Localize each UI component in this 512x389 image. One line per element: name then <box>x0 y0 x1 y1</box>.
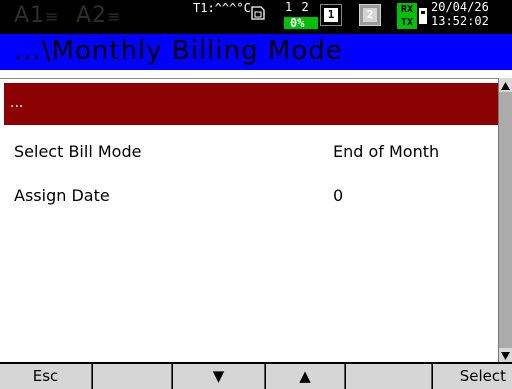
select-button[interactable]: Select <box>433 364 512 389</box>
softkey-bar: Esc ▼ ▲ Select <box>0 362 512 389</box>
scrollbar[interactable] <box>498 78 512 362</box>
assign-date-label[interactable]: Assign Date <box>14 186 110 205</box>
status-bar: A1≡ A2≡ T1:^^^°C 1 2 0% 1 2 RX TX 20/04/… <box>0 0 512 34</box>
assign-date-value[interactable]: 0 <box>333 186 343 205</box>
down-button[interactable]: ▼ <box>173 364 265 389</box>
channel-1-icon: 1 <box>320 4 342 26</box>
alarm-1-indicator: A1≡ <box>14 3 60 28</box>
scroll-down-icon[interactable] <box>499 348 512 362</box>
bill-mode-value[interactable]: End of Month <box>333 142 439 161</box>
esc-button[interactable]: Esc <box>0 364 92 389</box>
computer-icon <box>419 8 427 24</box>
softkey-5-button[interactable] <box>346 364 432 389</box>
parent-path-label: ... <box>10 95 24 111</box>
menu-panel: ... Select Bill Mode End of Month Assign… <box>0 78 512 363</box>
parent-path-row[interactable]: ... <box>4 83 498 125</box>
level-percent: 0% <box>290 16 305 30</box>
rx-tx-icon: RX TX <box>397 3 417 29</box>
bill-mode-label[interactable]: Select Bill Mode <box>14 142 141 161</box>
softkey-2-button[interactable] <box>93 364 172 389</box>
title-bar: ...\Monthly Billing Mode <box>0 34 512 70</box>
channel-label: 1 2 <box>285 0 310 14</box>
time-display: 13:52:02 <box>431 14 489 28</box>
up-button[interactable]: ▲ <box>266 364 345 389</box>
date-display: 20/04/26 <box>431 0 489 14</box>
page-title: ...\Monthly Billing Mode <box>14 36 343 66</box>
alarm-2-indicator: A2≡ <box>76 3 122 28</box>
channel-2-icon: 2 <box>359 4 381 26</box>
temperature-reading: T1:^^^°C <box>193 1 251 15</box>
sd-card-icon <box>251 6 265 20</box>
scroll-up-icon[interactable] <box>499 78 512 92</box>
